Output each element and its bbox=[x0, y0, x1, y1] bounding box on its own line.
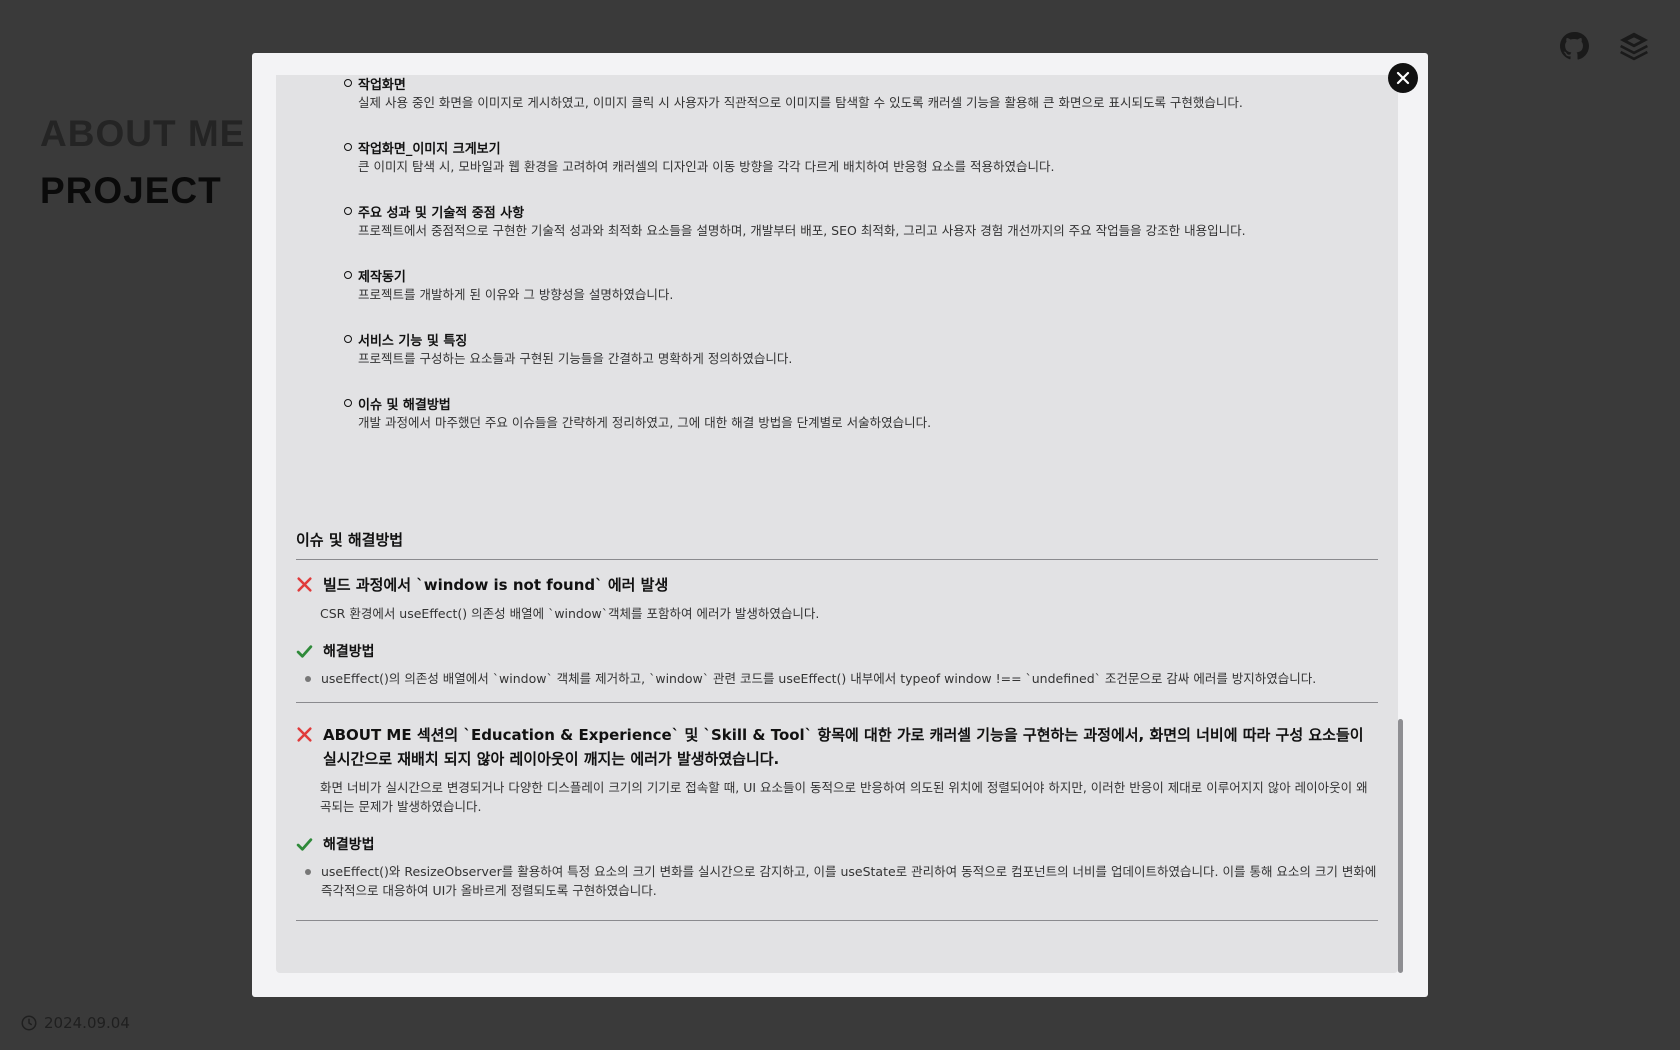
toc-item-desc: 프로젝트를 구성하는 요소들과 구현된 기능들을 간결하고 명확하게 정의하였습… bbox=[358, 351, 793, 366]
fix-title: 해결방법 bbox=[323, 837, 375, 853]
toc-item: 서비스 기능 및 특징 프로젝트를 구성하는 요소들과 구현된 기능들을 간결하… bbox=[344, 329, 792, 369]
circle-bullet-icon bbox=[344, 399, 352, 407]
toc-item-title: 주요 성과 및 기술적 중점 사항 bbox=[358, 205, 525, 221]
circle-bullet-icon bbox=[344, 271, 352, 279]
bullet-dot-icon bbox=[305, 676, 311, 682]
toc-item-title: 이슈 및 해결방법 bbox=[358, 397, 451, 413]
date-text: 2024.09.04 bbox=[44, 1014, 130, 1032]
issues-section-title: 이슈 및 해결방법 bbox=[296, 529, 1378, 560]
toc-item: 작업화면_이미지 크게보기 큰 이미지 탐색 시, 모바일과 웹 환경을 고려하… bbox=[344, 137, 1055, 177]
nav-project[interactable]: PROJECT bbox=[40, 162, 245, 219]
main-nav: ABOUT ME PROJECT bbox=[40, 105, 245, 219]
close-icon bbox=[1396, 71, 1410, 85]
nav-about-me[interactable]: ABOUT ME bbox=[40, 105, 245, 162]
circle-bullet-icon bbox=[344, 143, 352, 151]
issue-title: 빌드 과정에서 `window is not found` 에러 발생 bbox=[323, 576, 669, 594]
circle-bullet-icon bbox=[344, 79, 352, 87]
issue-item: 빌드 과정에서 `window is not found` 에러 발생 CSR … bbox=[296, 560, 1378, 703]
toc-item: 이슈 및 해결방법 개발 과정에서 마주했던 주요 이슈들을 간략하게 정리하였… bbox=[344, 393, 931, 433]
fix-text: useEffect()와 ResizeObserver를 활용하여 특정 요소의… bbox=[321, 864, 1377, 898]
toc-item-title: 제작동기 bbox=[358, 269, 406, 285]
fix-text: useEffect()의 의존성 배열에서 `window` 객체를 제거하고,… bbox=[321, 671, 1317, 686]
github-icon[interactable] bbox=[1558, 30, 1590, 62]
issues-card: 이슈 및 해결방법 빌드 과정에서 `window is not found` … bbox=[276, 507, 1398, 973]
fix-item: useEffect()와 ResizeObserver를 활용하여 특정 요소의… bbox=[296, 862, 1378, 900]
toc-item-desc: 큰 이미지 탐색 시, 모바일과 웹 환경을 고려하여 캐러셀의 디자인과 이동… bbox=[358, 159, 1055, 174]
toc-item-desc: 프로젝트에서 중점적으로 구현한 기술적 성과와 최적화 요소들을 설명하며, … bbox=[358, 223, 1246, 238]
header-icons bbox=[1558, 30, 1650, 62]
toc-item-title: 서비스 기능 및 특징 bbox=[358, 333, 468, 349]
issue-item: ABOUT ME 섹션의 `Education & Experience` 및 … bbox=[296, 703, 1378, 921]
project-modal: 작업화면 실제 사용 중인 화면을 이미지로 게시하였고, 이미지 클릭 시 사… bbox=[252, 53, 1428, 997]
toc-item-desc: 실제 사용 중인 화면을 이미지로 게시하였고, 이미지 클릭 시 사용자가 직… bbox=[358, 95, 1243, 110]
toc-item: 주요 성과 및 기술적 중점 사항 프로젝트에서 중점적으로 구현한 기술적 성… bbox=[344, 201, 1246, 241]
check-icon bbox=[296, 837, 313, 851]
modal-scroll-area[interactable]: 작업화면 실제 사용 중인 화면을 이미지로 게시하였고, 이미지 클릭 시 사… bbox=[252, 75, 1428, 975]
fix-title: 해결방법 bbox=[323, 644, 375, 660]
clock-icon bbox=[21, 1015, 37, 1031]
issue-title: ABOUT ME 섹션의 `Education & Experience` 및 … bbox=[323, 726, 1364, 768]
circle-bullet-icon bbox=[344, 335, 352, 343]
toc-item-title: 작업화면 bbox=[358, 77, 406, 93]
date-label: 2024.09.04 bbox=[20, 1014, 130, 1032]
error-x-icon bbox=[297, 577, 312, 592]
scrollbar-thumb[interactable] bbox=[1398, 719, 1403, 973]
bullet-dot-icon bbox=[305, 869, 311, 875]
error-x-icon bbox=[297, 727, 312, 742]
check-icon bbox=[296, 644, 313, 658]
circle-bullet-icon bbox=[344, 207, 352, 215]
toc-item: 작업화면 실제 사용 중인 화면을 이미지로 게시하였고, 이미지 클릭 시 사… bbox=[344, 75, 1243, 113]
close-button[interactable] bbox=[1388, 63, 1418, 93]
issue-desc: 화면 너비가 실시간으로 변경되거나 다양한 디스플레이 크기의 기기로 접속할… bbox=[320, 780, 1368, 814]
toc-card: 작업화면 실제 사용 중인 화면을 이미지로 게시하였고, 이미지 클릭 시 사… bbox=[276, 75, 1398, 520]
toc-item: 제작동기 프로젝트를 개발하게 된 이유와 그 방향성을 설명하였습니다. bbox=[344, 265, 673, 305]
toc-item-desc: 개발 과정에서 마주했던 주요 이슈들을 간략하게 정리하였고, 그에 대한 해… bbox=[358, 415, 932, 430]
toc-item-desc: 프로젝트를 개발하게 된 이유와 그 방향성을 설명하였습니다. bbox=[358, 287, 674, 302]
toc-item-title: 작업화면_이미지 크게보기 bbox=[358, 141, 501, 157]
issue-desc: CSR 환경에서 useEffect() 의존성 배열에 `window`객체를… bbox=[320, 606, 820, 621]
layers-icon[interactable] bbox=[1618, 30, 1650, 62]
fix-item: useEffect()의 의존성 배열에서 `window` 객체를 제거하고,… bbox=[296, 669, 1378, 688]
